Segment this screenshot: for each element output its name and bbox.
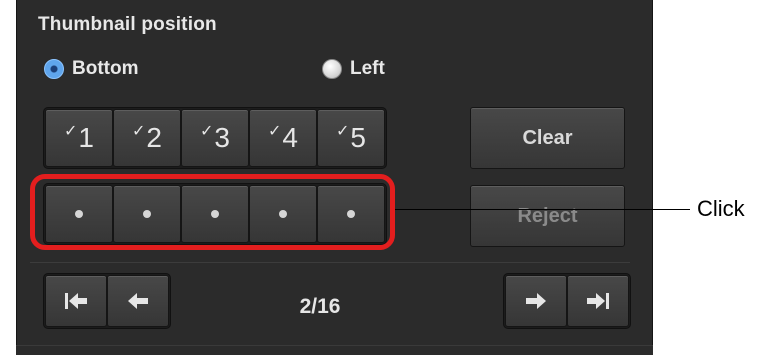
radio-left-label: Left — [350, 58, 385, 79]
radio-bottom-label: Bottom — [72, 58, 139, 79]
nav-right-group — [503, 273, 631, 329]
rating-button-group: ✓ 1 ✓ 2 ✓ 3 ✓ 4 ✓ 5 — [43, 107, 387, 169]
reject-button[interactable]: Reject — [470, 185, 625, 247]
first-image-button[interactable] — [45, 275, 107, 327]
rating-5-label: 5 — [350, 122, 366, 153]
clear-button[interactable]: Clear — [470, 107, 625, 169]
check-icon: ✓ — [64, 123, 78, 140]
nav-left-group — [43, 273, 171, 329]
callout-label: Click — [697, 196, 745, 221]
rating-4-label: 4 — [282, 122, 298, 153]
radio-selected-icon — [44, 59, 64, 79]
divider — [30, 262, 630, 263]
rating-2-label: 2 — [146, 122, 162, 153]
arrow-right-icon — [526, 293, 546, 309]
radio-unselected-icon — [322, 59, 342, 79]
highlight-box — [30, 174, 395, 250]
skip-last-icon — [587, 293, 609, 309]
previous-image-button[interactable] — [107, 275, 169, 327]
rating-1-button[interactable]: ✓ 1 — [45, 109, 113, 167]
callout-line — [395, 209, 690, 210]
check-icon: ✓ — [268, 123, 282, 140]
rating-5-button[interactable]: ✓ 5 — [317, 109, 385, 167]
arrow-left-icon — [128, 293, 148, 309]
rating-3-button[interactable]: ✓ 3 — [181, 109, 249, 167]
page-indicator: 2/16 — [299, 295, 341, 318]
rating-3-label: 3 — [214, 122, 230, 153]
last-image-button[interactable] — [567, 275, 629, 327]
rating-4-button[interactable]: ✓ 4 — [249, 109, 317, 167]
check-icon: ✓ — [132, 123, 146, 140]
radio-bottom[interactable]: Bottom — [44, 56, 138, 82]
skip-first-icon — [65, 293, 87, 309]
radio-left[interactable]: Left — [322, 56, 385, 82]
next-image-button[interactable] — [505, 275, 567, 327]
panel-bottom-edge — [16, 345, 653, 355]
check-icon: ✓ — [200, 123, 214, 140]
check-icon: ✓ — [336, 123, 350, 140]
thumbnail-position-title: Thumbnail position — [38, 14, 217, 35]
rating-2-button[interactable]: ✓ 2 — [113, 109, 181, 167]
rating-1-label: 1 — [78, 122, 94, 153]
